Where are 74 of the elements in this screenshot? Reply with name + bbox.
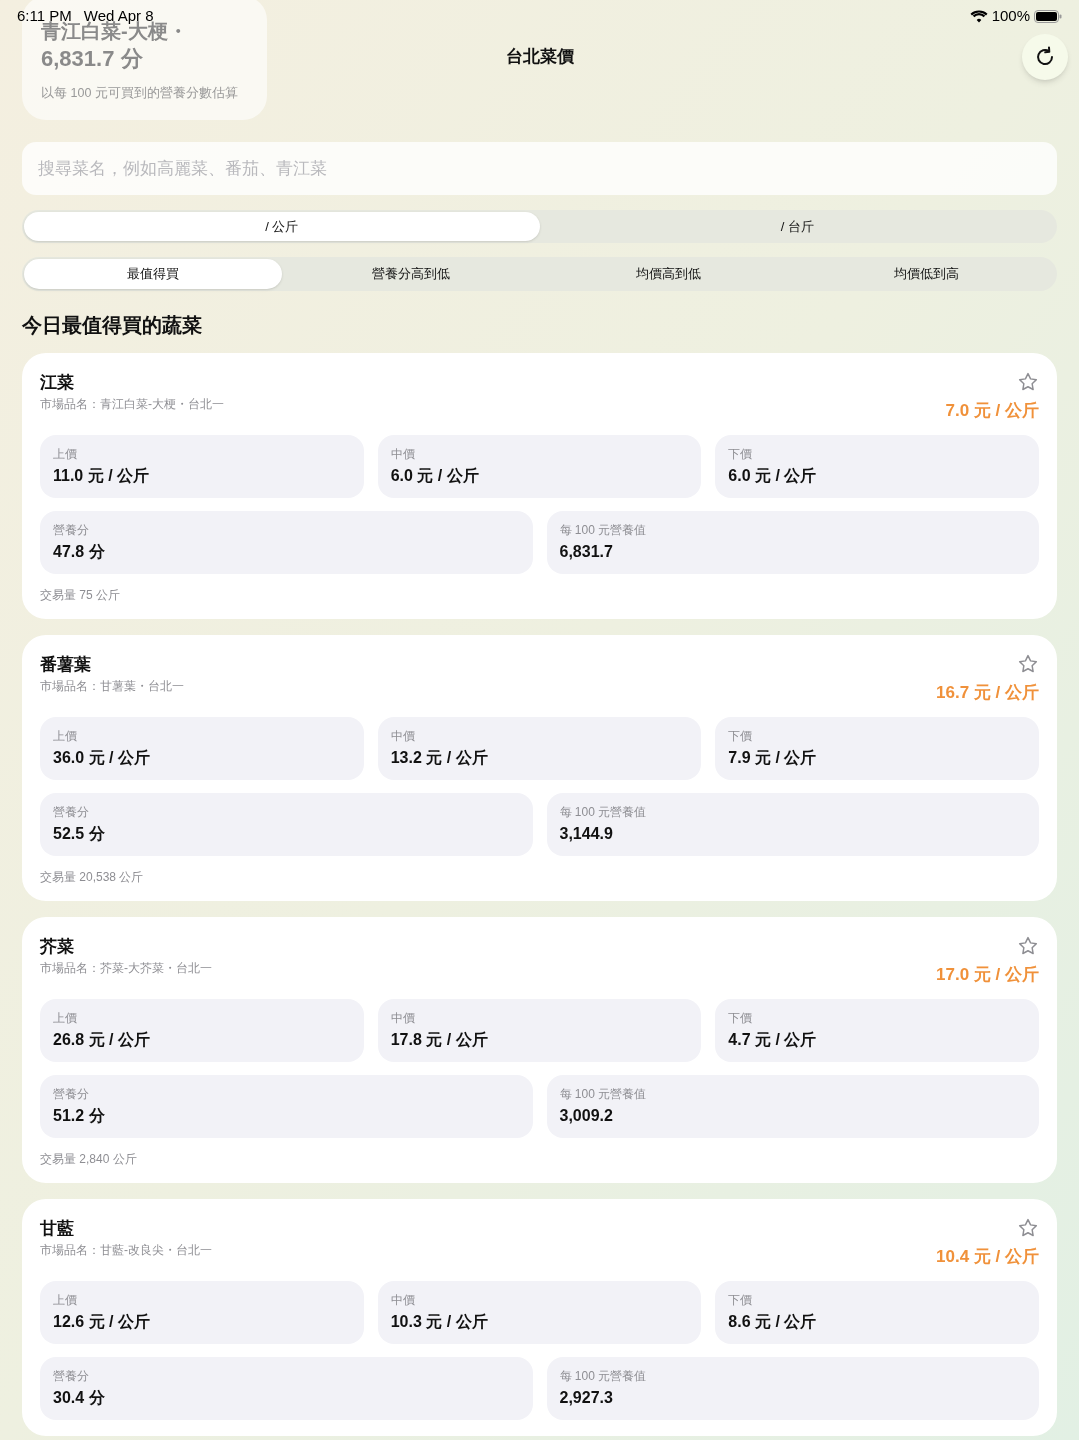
stat-label: 每 100 元營養值 (559, 804, 648, 820)
stat-value: 8.6 元 / 公斤 (728, 1312, 818, 1332)
trade-volume: 交易量 20,538 公斤 (40, 869, 145, 885)
refresh-button[interactable] (1022, 34, 1068, 80)
segment-tab[interactable]: / 台斤 (539, 212, 1055, 241)
vegetable-name: 甘藍 (40, 1218, 75, 1240)
stat-label: 下價 (728, 1010, 754, 1026)
stat-value: 3,009.2 (559, 1106, 614, 1126)
average-price: 16.7 元 / 公斤 (936, 682, 1039, 704)
stat-value: 4.7 元 / 公斤 (728, 1030, 818, 1050)
stat-value: 51.2 分 (53, 1106, 106, 1126)
stat-value: 17.8 元 / 公斤 (390, 1030, 489, 1050)
stat-value: 2,927.3 (559, 1388, 614, 1408)
star-icon[interactable] (1017, 935, 1039, 957)
stat-value: 6.0 元 / 公斤 (728, 466, 818, 486)
stat-label: 營養分 (53, 804, 90, 820)
stat-label: 每 100 元營養值 (559, 1086, 648, 1102)
stat-label: 中價 (390, 446, 416, 462)
average-price: 17.0 元 / 公斤 (936, 964, 1039, 986)
overlay-score: 6,831.7 分 (41, 45, 144, 73)
star-icon[interactable] (1017, 653, 1039, 675)
wifi-icon (969, 10, 988, 23)
stat-value: 13.2 元 / 公斤 (390, 748, 489, 768)
stat-value: 6,831.7 (559, 542, 614, 562)
trade-volume: 交易量 75 公斤 (40, 587, 121, 603)
stat-value: 11.0 元 / 公斤 (53, 466, 151, 486)
market-name: 市場品名：青江白菜-大梗・台北一 (40, 396, 224, 413)
stat-label: 營養分 (53, 1086, 90, 1102)
segment-tab[interactable]: 最值得買 (24, 259, 282, 289)
stat-value: 10.3 元 / 公斤 (390, 1312, 489, 1332)
market-name: 市場品名：甘藍-改良尖・台北一 (40, 1242, 212, 1259)
stat-value: 47.8 分 (53, 542, 106, 562)
overlay-caption: 以每 100 元可買到的營養分數估算 (41, 85, 239, 102)
stat-value: 3,144.9 (559, 824, 614, 844)
stat-label: 中價 (390, 1292, 416, 1308)
average-price: 10.4 元 / 公斤 (936, 1246, 1039, 1268)
star-icon[interactable] (1017, 371, 1039, 393)
stat-value: 12.6 元 / 公斤 (53, 1312, 151, 1332)
page-title: 台北菜價 (505, 46, 574, 69)
stat-label: 每 100 元營養值 (559, 1368, 648, 1384)
battery-icon (1034, 10, 1062, 23)
stat-label: 上價 (53, 1010, 78, 1026)
market-name: 市場品名：甘薯葉・台北一 (40, 678, 184, 695)
stat-value: 6.0 元 / 公斤 (390, 466, 480, 486)
vegetable-name: 江菜 (40, 372, 75, 394)
average-price: 7.0 元 / 公斤 (945, 400, 1039, 422)
stat-label: 每 100 元營養值 (559, 522, 648, 538)
segment-tab[interactable]: 均價低到高 (797, 259, 1055, 289)
section-heading: 今日最值得買的蔬菜 (22, 313, 203, 338)
stat-label: 營養分 (53, 522, 90, 538)
stat-value: 7.9 元 / 公斤 (728, 748, 818, 768)
star-icon[interactable] (1017, 1217, 1039, 1239)
market-name: 市場品名：芥菜-大芥菜・台北一 (40, 960, 212, 977)
stat-label: 上價 (53, 446, 78, 462)
stat-value: 52.5 分 (53, 824, 106, 844)
stat-label: 上價 (53, 728, 78, 744)
battery-percent: 100% (991, 6, 1030, 27)
segment-tab[interactable]: / 公斤 (24, 212, 540, 241)
stat-label: 中價 (390, 728, 416, 744)
stat-value: 36.0 元 / 公斤 (53, 748, 151, 768)
vegetable-name: 芥菜 (40, 936, 75, 958)
segment-tab[interactable]: 均價高到低 (539, 259, 798, 289)
search-field[interactable]: 搜尋菜名，例如高麗菜、番茄、青江菜 (22, 142, 1057, 195)
stat-label: 下價 (728, 728, 754, 744)
stat-label: 下價 (728, 446, 754, 462)
stat-label: 中價 (390, 1010, 416, 1026)
vegetable-name: 番薯葉 (40, 654, 92, 676)
trade-volume: 交易量 2,840 公斤 (40, 1151, 138, 1167)
stat-label: 上價 (53, 1292, 78, 1308)
stat-value: 30.4 分 (53, 1388, 106, 1408)
stat-value: 26.8 元 / 公斤 (53, 1030, 151, 1050)
segment-tab[interactable]: 營養分高到低 (281, 259, 540, 289)
stat-label: 下價 (728, 1292, 754, 1308)
stat-label: 營養分 (53, 1368, 90, 1384)
